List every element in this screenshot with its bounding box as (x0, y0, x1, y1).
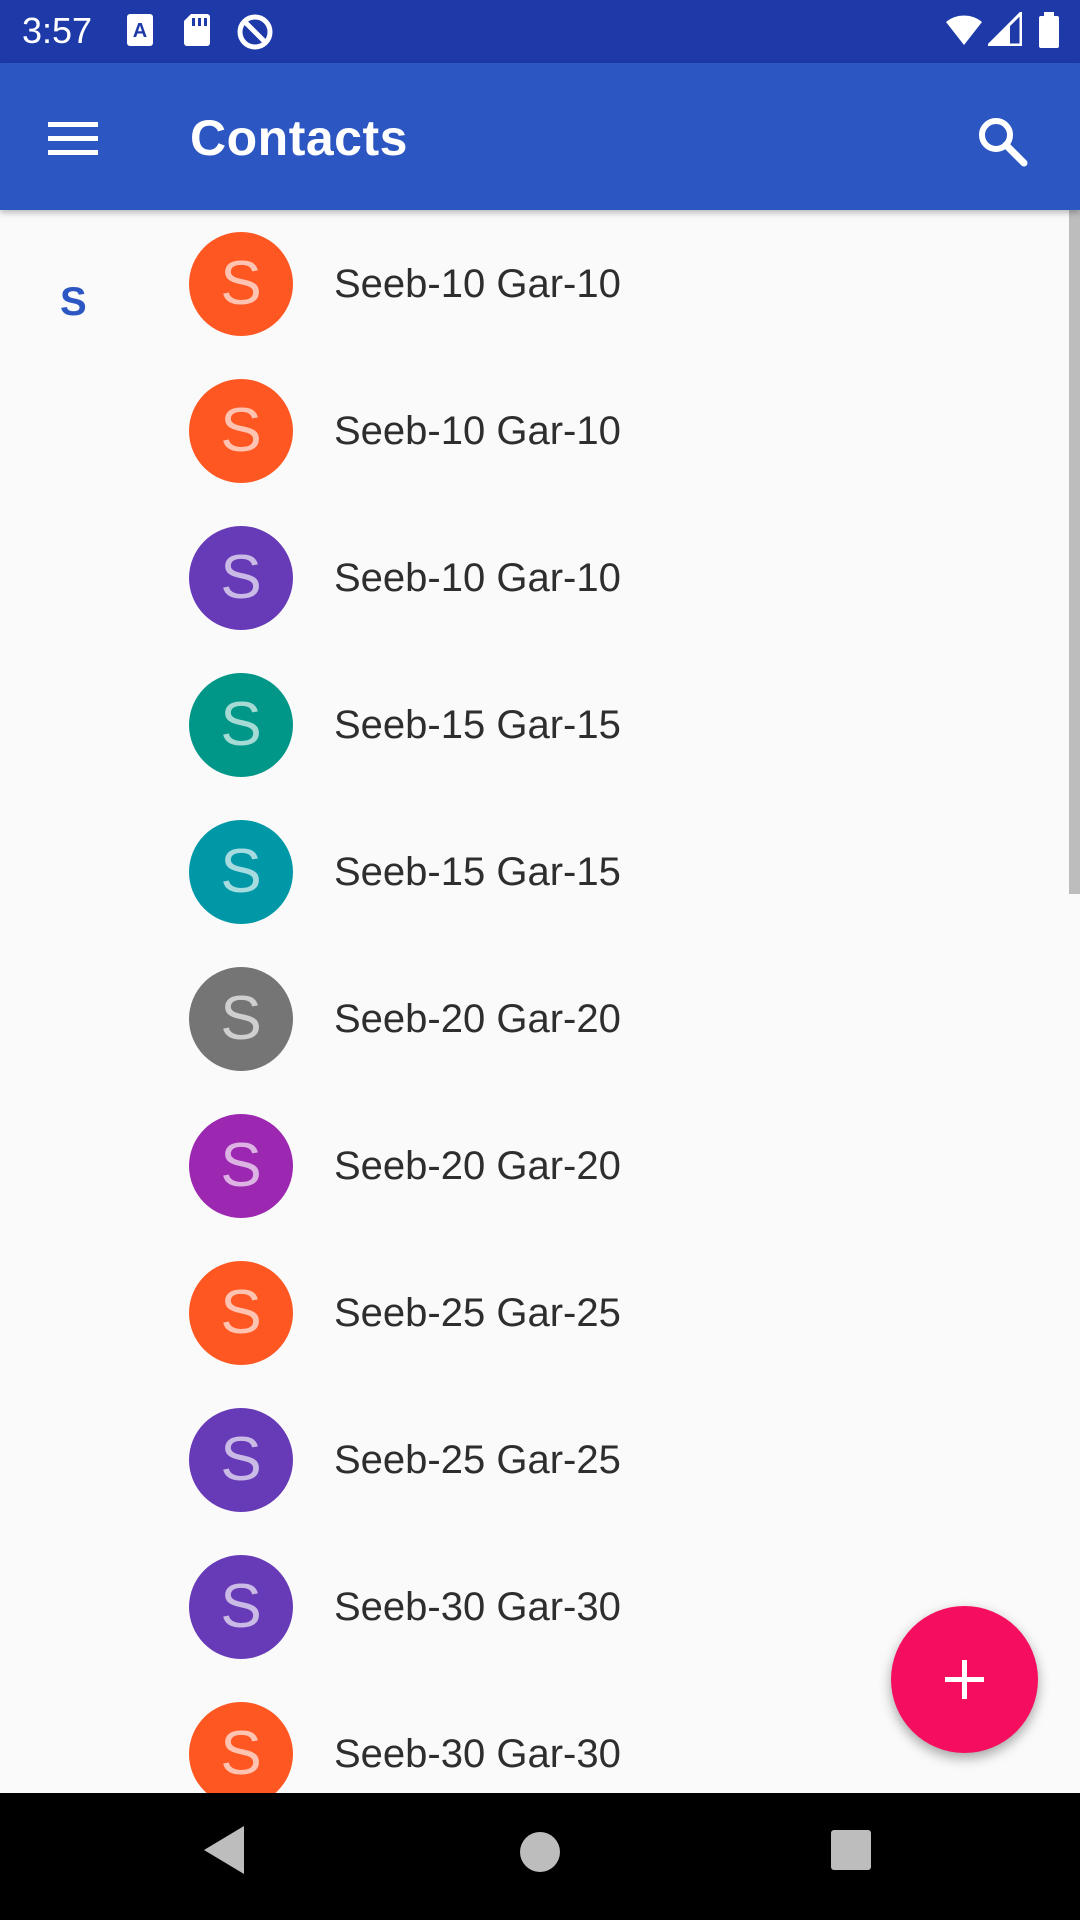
contact-avatar: S (189, 820, 293, 924)
contact-avatar: S (189, 967, 293, 1071)
app-bar: Contacts (0, 63, 1080, 210)
contact-name: Seeb-25 Gar-25 (334, 1438, 621, 1482)
contact-avatar: S (189, 526, 293, 630)
contact-name: Seeb-30 Gar-30 (334, 1585, 621, 1629)
contact-name: Seeb-15 Gar-15 (334, 850, 621, 894)
search-icon (966, 118, 1038, 181)
navigation-bar (0, 1793, 1080, 1920)
contact-name: Seeb-10 Gar-10 (334, 409, 621, 453)
recents-button[interactable] (830, 1829, 872, 1876)
contact-name: Seeb-10 Gar-10 (334, 556, 621, 600)
contact-avatar: S (189, 1114, 293, 1218)
search-button[interactable] (966, 105, 1038, 177)
status-time: 3:57 (22, 10, 93, 51)
contact-name: Seeb-30 Gar-30 (334, 1732, 621, 1776)
signal-icon (985, 9, 1023, 51)
home-icon (516, 1832, 564, 1880)
scrollbar[interactable] (1069, 210, 1080, 894)
recents-icon (830, 1830, 872, 1875)
contact-avatar: S (189, 1261, 293, 1365)
menu-icon (36, 122, 108, 173)
battery-icon (1038, 12, 1060, 53)
contact-avatar: S (189, 232, 293, 336)
contact-avatar: S (189, 1702, 293, 1793)
status-bar: 3:57 A (0, 0, 1080, 63)
contact-row[interactable]: S Seeb-25 Gar-25 (0, 1239, 1060, 1386)
page-title: Contacts (190, 110, 408, 166)
contact-row[interactable]: S Seeb-25 Gar-25 (0, 1386, 1060, 1533)
svg-text:A: A (133, 20, 147, 42)
contact-name: Seeb-20 Gar-20 (334, 1144, 621, 1188)
contact-name: Seeb-10 Gar-10 (334, 262, 621, 306)
add-contact-button[interactable] (891, 1606, 1038, 1753)
contact-row[interactable]: S Seeb-15 Gar-15 (0, 798, 1060, 945)
sd-card-icon (183, 13, 211, 52)
contact-row[interactable]: S Seeb-10 Gar-10 (0, 357, 1060, 504)
contact-row[interactable]: S Seeb-10 Gar-10 (0, 504, 1060, 651)
back-icon (196, 1826, 248, 1884)
contact-avatar: S (189, 1555, 293, 1659)
wifi-icon (945, 12, 983, 51)
data-saver-icon (236, 13, 274, 56)
menu-button[interactable] (36, 105, 108, 169)
contact-row[interactable]: S Seeb-20 Gar-20 (0, 945, 1060, 1092)
contact-row[interactable]: S Seeb-20 Gar-20 (0, 1092, 1060, 1239)
contact-name: Seeb-15 Gar-15 (334, 703, 621, 747)
home-button[interactable] (516, 1828, 564, 1881)
contact-list[interactable]: S S Seeb-10 Gar-10 S Seeb-10 Gar-10 S Seeb-10… (0, 210, 1080, 1793)
contact-name: Seeb-25 Gar-25 (334, 1291, 621, 1335)
contact-avatar: S (189, 1408, 293, 1512)
contact-row[interactable]: S Seeb-10 Gar-10 (0, 210, 1060, 357)
a-notification-icon: A (126, 13, 154, 52)
plus-icon (891, 1660, 1038, 1757)
contact-name: Seeb-20 Gar-20 (334, 997, 621, 1041)
contact-avatar: S (189, 379, 293, 483)
contact-row[interactable]: S Seeb-15 Gar-15 (0, 651, 1060, 798)
back-button[interactable] (196, 1820, 248, 1885)
contact-avatar: S (189, 673, 293, 777)
